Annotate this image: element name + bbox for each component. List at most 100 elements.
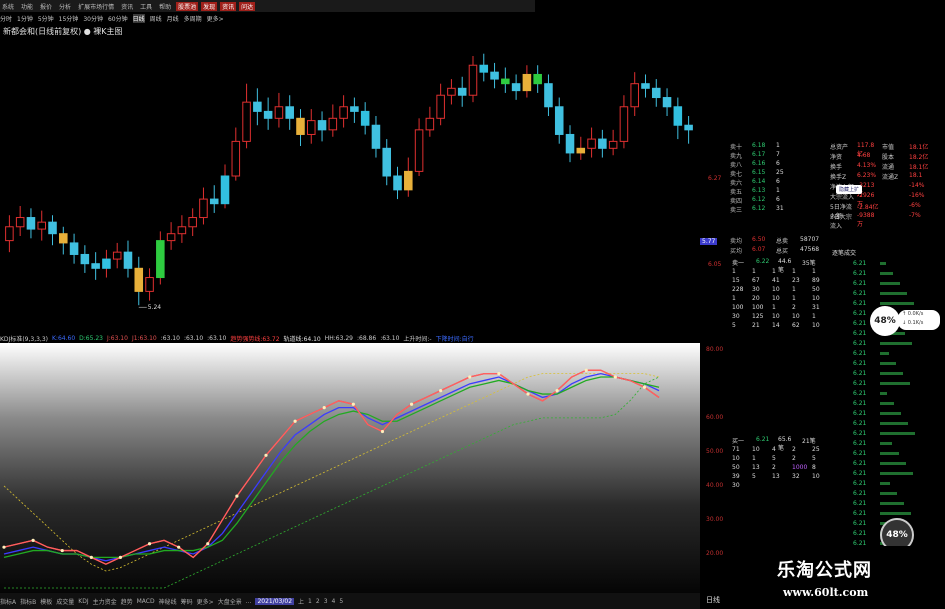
tick-bar — [880, 342, 912, 345]
candle-body — [554, 106, 564, 135]
candle-body — [447, 87, 456, 96]
kdj-axis: 80.00 60.00 50.00 40.00 30.00 20.00 — [700, 343, 730, 593]
ask-label: 卖十 — [730, 144, 743, 151]
bottom-tab[interactable]: 3 — [324, 598, 328, 605]
menu-item[interactable]: 问达 — [239, 1, 256, 11]
timeframe-tab[interactable]: 1分钟 — [17, 14, 33, 23]
bottom-tab[interactable]: 更多> — [197, 597, 214, 606]
j-dot — [89, 555, 93, 559]
bottom-tab[interactable]: ... — [246, 598, 252, 605]
stat-value: -9388万 — [857, 212, 875, 228]
candlestick-chart[interactable]: 5.24 — [0, 26, 700, 331]
menu-item[interactable]: 功能 — [19, 2, 35, 11]
stat-value: -2.84亿 — [857, 204, 879, 211]
table2-cell: 2 — [792, 455, 796, 462]
candle-body — [414, 129, 424, 172]
menu-item[interactable]: 报价 — [38, 2, 54, 11]
stat-key2: 市值 — [882, 144, 895, 151]
table1-cell: 1 — [812, 268, 816, 275]
table1-cell: 50 — [812, 286, 820, 293]
avg-price: 6.50 — [752, 236, 766, 243]
bottom-tab[interactable]: MACD — [137, 598, 155, 605]
bottom-tab[interactable]: 成交量 — [56, 597, 74, 606]
load-badge[interactable]: 48% — [870, 306, 900, 336]
bottom-tab[interactable]: 指标A — [0, 597, 16, 606]
timeframe-tab[interactable]: 分时 — [0, 14, 12, 23]
menu-item[interactable]: 分析 — [57, 2, 73, 11]
bottom-tab[interactable]: 主力资金 — [93, 597, 117, 606]
timeframe-tab[interactable]: 30分钟 — [83, 14, 103, 23]
bottom-tab[interactable]: 上 — [298, 597, 304, 606]
timeframe-tab[interactable]: 周线 — [150, 14, 162, 23]
bottom-tab[interactable]: KDJ — [78, 598, 88, 605]
table1-cell: 2 — [792, 304, 796, 311]
candle-body — [274, 106, 284, 119]
bottom-tab[interactable]: 2 — [316, 598, 320, 605]
j-dot — [526, 392, 530, 396]
menu-item[interactable]: 系统 — [0, 2, 16, 11]
timeframe-tab[interactable]: 15分钟 — [59, 14, 79, 23]
menu-item[interactable]: 扩展市场行情 — [76, 2, 116, 11]
yellow-dotted-line — [3, 373, 660, 572]
timeframe-tab[interactable]: 更多> — [207, 14, 224, 23]
menu-item[interactable]: 资讯 — [220, 1, 237, 11]
candle-body — [371, 124, 381, 149]
timeframe-tab[interactable]: 月线 — [167, 14, 179, 23]
menu-item[interactable]: 工具 — [138, 2, 154, 11]
tick-bar — [880, 412, 901, 415]
price-axis: 6.27 5.77 6.05 — [700, 140, 730, 330]
menu-item[interactable]: 股票池 — [176, 1, 199, 11]
j-dot — [235, 494, 239, 498]
kdj-header-item: K:64.60 — [52, 334, 76, 342]
tick-price: 6.21 — [853, 370, 867, 377]
table1-cell: 1 — [812, 313, 816, 320]
bottom-tab[interactable]: 1 — [308, 598, 312, 605]
candle-body — [619, 106, 629, 142]
table2-cell: 30 — [732, 482, 740, 489]
timeframe-tab[interactable]: 多周期 — [184, 14, 202, 23]
ask-label: 卖八 — [730, 162, 743, 169]
j-dot — [31, 538, 35, 542]
kdj-header-item: J1:63.10 — [131, 334, 157, 342]
stat-key2 — [882, 202, 906, 211]
stat-key2 — [882, 212, 906, 221]
table2-cell — [812, 482, 826, 489]
timeframe-tab[interactable]: 5分钟 — [38, 14, 54, 23]
bottom-tab[interactable]: 模板 — [40, 597, 52, 606]
menu-item[interactable]: 帮助 — [157, 2, 173, 11]
table2-cell: 71 — [732, 446, 740, 453]
timeframe-tab[interactable]: 日线 — [132, 14, 145, 23]
kdj-axis-tick: 30.00 — [706, 515, 724, 523]
bottom-tab[interactable]: 筹码 — [181, 597, 193, 606]
bottom-toolbar: 指标A 指标B 模板 成交量 KDJ 主力资金 趋势 MACD 神秘线 筹码 更多> 大盘全景... 2… — [0, 593, 700, 609]
bottom-tab[interactable]: 大盘全景 — [218, 597, 242, 606]
table1-cell: 41 — [772, 277, 780, 284]
stat-value: 4.13% — [857, 162, 877, 169]
bottom-tab[interactable]: 指标B — [20, 597, 36, 606]
table1-cell: 228 — [732, 286, 744, 293]
menu-item[interactable]: 发现 — [201, 1, 218, 11]
bottom-tab[interactable]: 趋势 — [121, 597, 133, 606]
table2-cell: 5 — [772, 455, 776, 462]
ask-volume: 6 — [776, 196, 780, 203]
ask-price: 6.12 — [752, 196, 766, 203]
kdj-axis-tick: 50.00 — [706, 447, 724, 455]
timeframe-tab[interactable]: 60分钟 — [108, 14, 128, 23]
candle-body — [328, 117, 338, 131]
kdj-header-item: :63.10 — [183, 334, 204, 342]
kdj-indicator-chart[interactable] — [0, 343, 700, 593]
menu-item[interactable]: 资讯 — [119, 2, 135, 11]
candle-body — [285, 106, 294, 119]
ask-price: 6.12 — [752, 205, 766, 212]
tick-bar — [880, 402, 894, 405]
float-tag[interactable]: 隐藏上扩 — [836, 185, 863, 194]
table1-row: 1 20 10 1 10 — [732, 295, 826, 302]
stat-value2: 18.2亿 — [909, 154, 929, 161]
tick-tab[interactable]: 逐笔成交 — [832, 248, 856, 257]
stat-value2: -14% — [909, 182, 925, 189]
bottom-tab[interactable]: 5 — [339, 598, 343, 605]
bottom-tab[interactable]: 神秘线 — [159, 597, 177, 606]
bottom-tab[interactable]: 4 — [332, 598, 336, 605]
bottom-tab[interactable]: 2021/03/02 — [255, 597, 295, 605]
tick-price: 6.21 — [853, 410, 867, 417]
